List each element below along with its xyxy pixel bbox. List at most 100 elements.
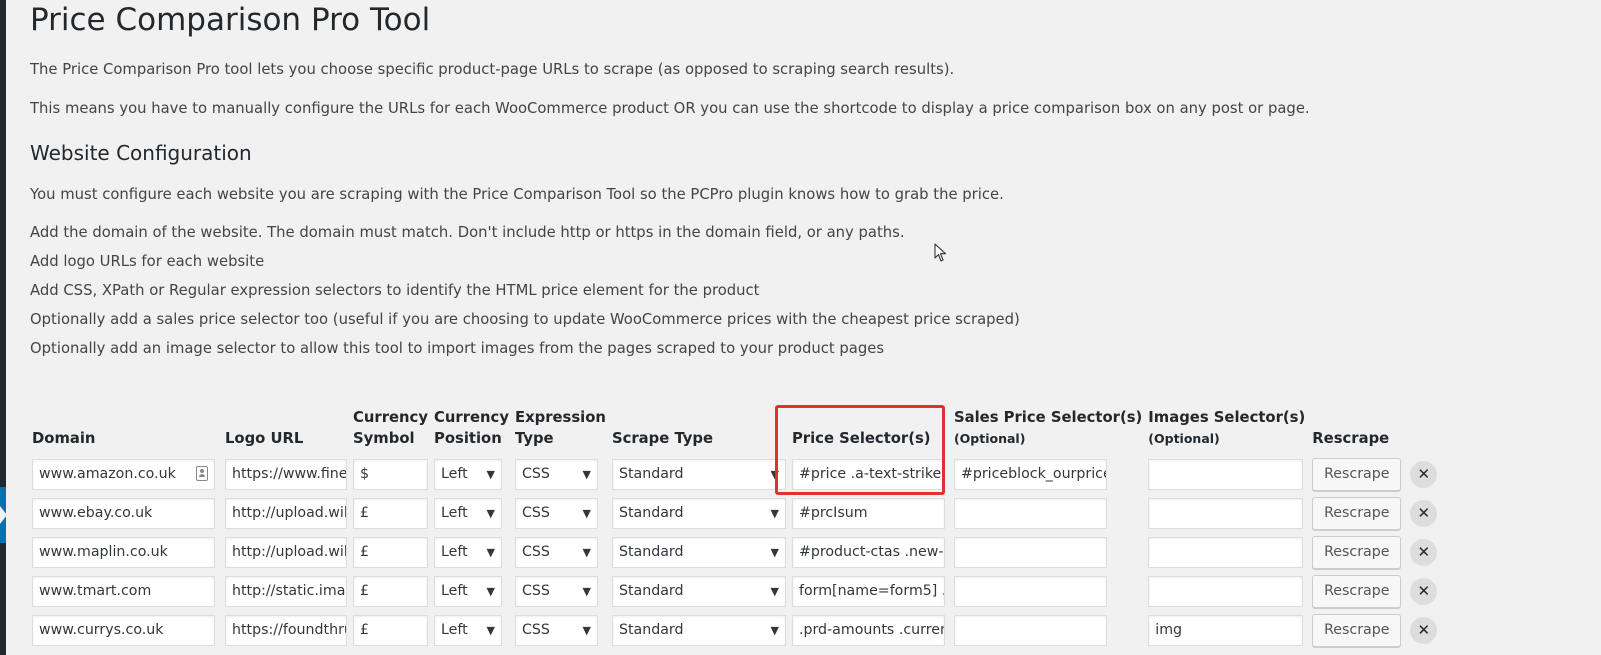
currency-symbol-value: £: [360, 544, 370, 560]
rescrape-button[interactable]: Rescrape: [1312, 536, 1402, 569]
delete-row-icon[interactable]: ✕: [1410, 617, 1438, 644]
logo-url-value: http://upload.wik: [232, 505, 347, 521]
currency-position-select[interactable]: Left ▼: [434, 459, 502, 490]
currency-symbol-value: £: [360, 583, 370, 599]
currency-position-select[interactable]: Left ▼: [434, 498, 502, 529]
scrape-type-select[interactable]: Standard ▼: [611, 615, 786, 646]
mouse-pointer-icon: [934, 243, 947, 262]
domain-value: www.amazon.co.uk: [39, 466, 176, 482]
price-selector-input[interactable]: #price .a-text-strike, #: [791, 459, 945, 490]
col-expression-type: Expression Type: [514, 409, 606, 447]
col-sales-price-selector: Sales Price Selector(s) (Optional): [953, 409, 1143, 446]
images-selector-input[interactable]: img: [1148, 615, 1304, 646]
price-selector-input[interactable]: #product-ctas .new-p: [791, 537, 945, 568]
logo-url-input[interactable]: https://foundthru: [225, 615, 347, 646]
logo-url-input[interactable]: http://upload.wik: [225, 537, 347, 568]
sales-price-selector-input[interactable]: [953, 498, 1107, 529]
dropdown-arrow-icon: ▼: [486, 624, 495, 637]
dropdown-arrow-icon: ▼: [582, 468, 591, 481]
price-selector-input[interactable]: #prcIsum: [791, 498, 945, 529]
delete-row-icon[interactable]: ✕: [1410, 500, 1438, 527]
delete-row-icon[interactable]: ✕: [1410, 461, 1438, 488]
table-header-row: Domain Logo URL Currency Symbol Currency P…: [29, 407, 1443, 455]
currency-position-value: Left: [441, 505, 468, 521]
domain-value: www.currys.co.uk: [39, 622, 164, 638]
currency-symbol-input[interactable]: £: [353, 615, 428, 646]
currency-symbol-input[interactable]: £: [353, 537, 428, 568]
instruction-domain: Add the domain of the website. The domai…: [30, 224, 905, 241]
domain-input[interactable]: www.tmart.com: [32, 576, 215, 607]
images-selector-input[interactable]: [1148, 498, 1304, 529]
price-selector-input[interactable]: .prd-amounts .curren: [791, 615, 945, 646]
domain-value: www.tmart.com: [39, 583, 152, 599]
currency-symbol-input[interactable]: £: [353, 576, 428, 607]
currency-position-select[interactable]: Left ▼: [434, 615, 502, 646]
price-selector-value: #prcIsum: [798, 505, 868, 521]
expression-type-value: CSS: [521, 583, 550, 599]
rescrape-button[interactable]: Rescrape: [1312, 458, 1402, 491]
dropdown-arrow-icon: ▼: [770, 468, 779, 481]
sales-price-selector-input[interactable]: [953, 537, 1107, 568]
expression-type-select[interactable]: CSS ▼: [514, 459, 598, 490]
logo-url-input[interactable]: https://www.fine: [225, 459, 347, 490]
expression-type-select[interactable]: CSS ▼: [514, 576, 598, 607]
sales-price-selector-input[interactable]: [953, 615, 1107, 646]
domain-value: www.ebay.co.uk: [39, 505, 153, 521]
rescrape-button[interactable]: Rescrape: [1312, 575, 1402, 608]
currency-position-value: Left: [441, 544, 468, 560]
domain-input[interactable]: www.currys.co.uk: [32, 615, 215, 646]
scrape-type-value: Standard: [618, 466, 684, 482]
intro-paragraph-1: The Price Comparison Pro tool lets you c…: [30, 61, 955, 78]
col-logo-url: Logo URL: [225, 430, 304, 447]
logo-url-input[interactable]: http://upload.wik: [225, 498, 347, 529]
scrape-type-value: Standard: [618, 544, 684, 560]
domain-value: www.maplin.co.uk: [39, 544, 168, 560]
logo-url-input[interactable]: http://static.imag: [225, 576, 347, 607]
scrape-type-select[interactable]: Standard ▼: [611, 537, 786, 568]
images-selector-input[interactable]: [1148, 576, 1304, 607]
dropdown-arrow-icon: ▼: [582, 546, 591, 559]
expression-type-select[interactable]: CSS ▼: [514, 537, 598, 568]
table-row: www.ebay.co.uk http://upload.wik £ Left ▼ CSS…: [29, 494, 1443, 533]
delete-row-icon[interactable]: ✕: [1410, 578, 1438, 605]
col-scrape-type: Scrape Type: [611, 430, 714, 447]
dropdown-arrow-icon: ▼: [770, 546, 779, 559]
table-row: www.amazon.co.uk https://www.fine $ Left ▼ CS…: [29, 455, 1443, 494]
expression-type-select[interactable]: CSS ▼: [514, 615, 598, 646]
scrape-type-value: Standard: [618, 583, 684, 599]
rescrape-button[interactable]: Rescrape: [1312, 614, 1402, 647]
images-selector-input[interactable]: [1148, 459, 1304, 490]
scrape-type-select[interactable]: Standard ▼: [611, 459, 786, 490]
currency-position-value: Left: [441, 466, 468, 482]
scrape-type-value: Standard: [618, 622, 684, 638]
contact-card-icon[interactable]: [196, 466, 208, 481]
price-selector-input[interactable]: form[name=form5] .J: [791, 576, 945, 607]
col-rescrape: Rescrape: [1312, 430, 1390, 447]
dropdown-arrow-icon: ▼: [770, 585, 779, 598]
sales-price-selector-input[interactable]: [953, 576, 1107, 607]
expression-type-value: CSS: [521, 466, 550, 482]
dropdown-arrow-icon: ▼: [770, 507, 779, 520]
admin-menu-current-arrow: [0, 506, 7, 524]
table-row: www.maplin.co.uk http://upload.wik £ Left ▼ C…: [29, 533, 1443, 572]
table-row: www.currys.co.uk https://foundthru £ Left ▼ C…: [29, 611, 1443, 650]
price-selector-value: #price .a-text-strike, #: [798, 466, 945, 482]
currency-position-select[interactable]: Left ▼: [434, 576, 502, 607]
images-selector-input[interactable]: [1148, 537, 1304, 568]
col-images-selector: Images Selector(s) (Optional): [1148, 409, 1306, 446]
currency-symbol-value: £: [360, 505, 370, 521]
expression-type-select[interactable]: CSS ▼: [514, 498, 598, 529]
currency-symbol-input[interactable]: £: [353, 498, 428, 529]
rescrape-button[interactable]: Rescrape: [1312, 497, 1402, 530]
domain-input[interactable]: www.maplin.co.uk: [32, 537, 215, 568]
scrape-type-select[interactable]: Standard ▼: [611, 576, 786, 607]
scrape-type-select[interactable]: Standard ▼: [611, 498, 786, 529]
dropdown-arrow-icon: ▼: [582, 624, 591, 637]
currency-symbol-input[interactable]: $: [353, 459, 428, 490]
domain-input[interactable]: www.amazon.co.uk: [32, 459, 215, 490]
currency-position-select[interactable]: Left ▼: [434, 537, 502, 568]
sales-price-selector-input[interactable]: #priceblock_ourprice: [953, 459, 1107, 490]
domain-input[interactable]: www.ebay.co.uk: [32, 498, 215, 529]
page-title: Price Comparison Pro Tool: [30, 2, 431, 38]
delete-row-icon[interactable]: ✕: [1410, 539, 1438, 566]
